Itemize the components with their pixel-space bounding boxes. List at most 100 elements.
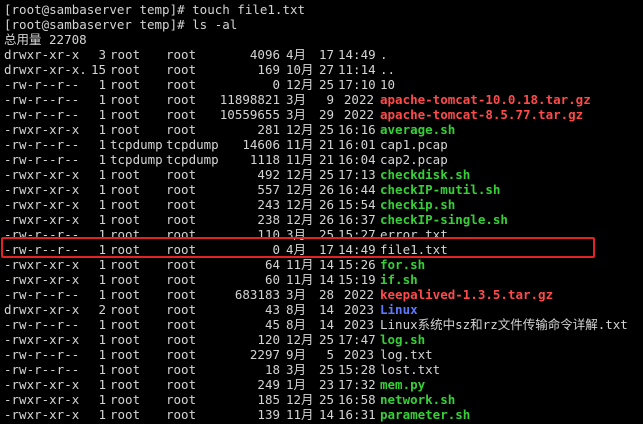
listing-day: 25 — [318, 167, 334, 182]
listing-day: 26 — [318, 212, 334, 227]
listing-owner: root — [110, 122, 141, 137]
listing-size: 64 — [264, 257, 280, 272]
listing-time: 16:04 — [338, 152, 376, 167]
listing-day: 29 — [318, 107, 334, 122]
listing-group: root — [166, 122, 197, 137]
listing-size: 14606 — [242, 137, 280, 152]
listing-row: -rw-r--r-- 1 root root 0 4月 17 14:49 file1.txt — [4, 242, 643, 257]
command-line: [root@sambaserver temp]# touch file1.txt — [4, 2, 306, 17]
listing-owner: root — [110, 287, 141, 302]
listing-row: drwxr-xr-x 2 root root 43 8月 14 2023 Linux — [4, 302, 643, 317]
listing-month: 3月 — [286, 287, 307, 302]
listing-size: 557 — [257, 182, 280, 197]
listing-month: 12月 — [286, 77, 314, 92]
listing-time: 17:13 — [338, 167, 376, 182]
listing-row: -rwxr-xr-x 1 root root 120 12月 25 17:47 log.sh — [4, 332, 643, 347]
listing-row: -rw-r--r-- 1 root root 11898821 3月 9 2022 apache… — [4, 92, 643, 107]
listing-links: 1 — [98, 377, 106, 392]
listing-day: 25 — [318, 77, 334, 92]
listing-owner: root — [110, 212, 141, 227]
listing-time: 14:49 — [338, 242, 376, 257]
listing-links: 1 — [98, 227, 106, 242]
listing-perm: -rw-r--r-- — [4, 287, 80, 302]
listing-month: 11月 — [286, 257, 314, 272]
listing-owner: root — [110, 392, 141, 407]
file-listing: drwxr-xr-x 3 root root 4096 4月 17 14:49. drwxr-x… — [4, 47, 643, 422]
listing-perm: -rw-r--r-- — [4, 137, 80, 152]
listing-links: 1 — [98, 77, 106, 92]
listing-group: root — [166, 347, 197, 362]
listing-perm: -rw-r--r-- — [4, 77, 80, 92]
listing-owner: root — [110, 227, 141, 242]
listing-links: 1 — [98, 197, 106, 212]
listing-group: root — [166, 362, 197, 377]
listing-size: 249 — [257, 377, 280, 392]
listing-day: 28 — [318, 287, 334, 302]
listing-name: network.sh — [380, 392, 456, 407]
listing-name: if.sh — [380, 272, 418, 287]
listing-time: 2022 — [343, 92, 374, 107]
listing-links: 1 — [98, 107, 106, 122]
listing-links: 1 — [98, 347, 106, 362]
listing-size: 139 — [257, 407, 280, 422]
listing-time: 11:14 — [338, 62, 376, 77]
listing-name: checkIP-single.sh — [380, 212, 508, 227]
listing-row: -rwxr-xr-x 1 root root 139 11月 14 16:31 paramete… — [4, 407, 643, 422]
listing-size: 0 — [272, 77, 280, 92]
listing-links: 1 — [98, 122, 106, 137]
listing-perm: -rwxr-xr-x — [4, 407, 80, 422]
listing-row: -rw-r--r-- 1 tcpdump tcpdump 14606 11月 21 16:01… — [4, 137, 643, 152]
listing-group: root — [166, 62, 197, 77]
listing-month: 12月 — [286, 332, 314, 347]
listing-size: 492 — [257, 167, 280, 182]
listing-links: 1 — [98, 392, 106, 407]
listing-day: 14 — [318, 272, 334, 287]
listing-time: 17:32 — [338, 377, 376, 392]
listing-month: 12月 — [286, 122, 314, 137]
listing-group: root — [166, 272, 197, 287]
listing-owner: root — [110, 92, 141, 107]
listing-name: .. — [380, 62, 396, 77]
listing-group: tcpdump — [166, 137, 219, 152]
listing-name: average.sh — [380, 122, 456, 137]
listing-owner: root — [110, 47, 141, 62]
listing-size: 243 — [257, 197, 280, 212]
listing-group: root — [166, 107, 197, 122]
listing-day: 26 — [318, 182, 334, 197]
listing-row: -rw-r--r-- 1 root root 18 3月 25 15:28 lost.txt — [4, 362, 643, 377]
listing-day: 14 — [318, 317, 334, 332]
listing-time: 15:26 — [338, 257, 376, 272]
listing-day: 27 — [318, 62, 334, 77]
terminal-output[interactable]: [root@sambaserver temp]# touch file1.txt… — [4, 2, 643, 422]
listing-size: 683183 — [234, 287, 280, 302]
listing-time: 17:47 — [338, 332, 376, 347]
listing-links: 15 — [90, 62, 106, 77]
listing-day: 17 — [318, 242, 334, 257]
listing-name: for.sh — [380, 257, 426, 272]
listing-day: 25 — [318, 332, 334, 347]
listing-group: root — [166, 182, 197, 197]
listing-group: root — [166, 227, 197, 242]
listing-group: root — [166, 197, 197, 212]
listing-row: drwxr-xr-x. 15 root root 169 10月 27 11:14.. — [4, 62, 643, 77]
listing-month: 12月 — [286, 182, 314, 197]
listing-owner: root — [110, 107, 141, 122]
listing-time: 2022 — [343, 287, 374, 302]
listing-name: mem.py — [380, 377, 426, 392]
listing-links: 1 — [98, 92, 106, 107]
listing-row: -rw-r--r-- 1 root root 2297 9月 5 2023 log.txt — [4, 347, 643, 362]
listing-day: 21 — [318, 152, 334, 167]
listing-size: 120 — [257, 332, 280, 347]
listing-day: 9 — [326, 92, 334, 107]
listing-links: 1 — [98, 257, 106, 272]
listing-day: 5 — [326, 347, 334, 362]
listing-group: root — [166, 242, 197, 257]
listing-row: -rwxr-xr-x 1 root root 64 11月 14 15:26 for.sh — [4, 257, 643, 272]
listing-row: -rwxr-xr-x 1 root root 238 12月 26 16:37 checkIP-… — [4, 212, 643, 227]
listing-links: 1 — [98, 182, 106, 197]
listing-owner: root — [110, 242, 141, 257]
listing-name: checkdisk.sh — [380, 167, 471, 182]
listing-row: -rwxr-xr-x 1 root root 243 12月 26 15:54 checkip.… — [4, 197, 643, 212]
listing-name: file1.txt — [380, 242, 448, 257]
listing-group: root — [166, 92, 197, 107]
